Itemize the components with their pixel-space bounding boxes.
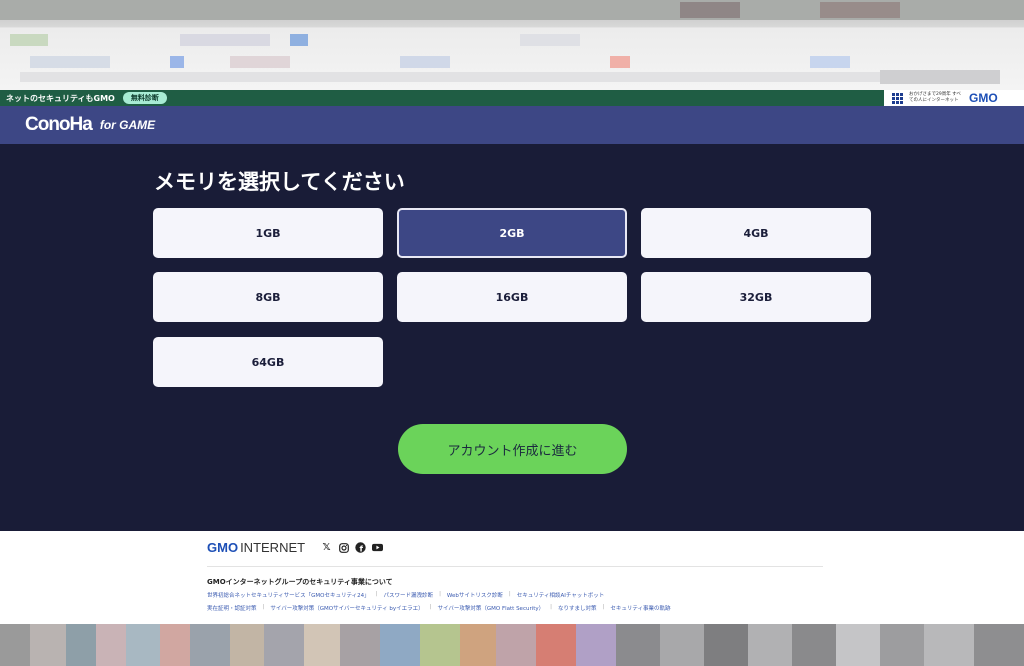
memory-option-16gb[interactable]: 16GB <box>397 272 627 322</box>
memory-option-2gb[interactable]: 2GB <box>397 208 627 258</box>
footer-gmo-logo[interactable]: GMO <box>207 540 238 555</box>
instagram-icon[interactable] <box>338 542 349 553</box>
create-account-button[interactable]: アカウント作成に進む <box>398 424 627 474</box>
youtube-icon[interactable] <box>372 542 384 553</box>
footer-link[interactable]: サイバー攻撃対策（GMO Flatt Security） <box>437 604 544 612</box>
free-check-button[interactable]: 無料診断 <box>122 92 167 104</box>
footer-link[interactable]: 世界初総合ネットセキュリティサービス「GMOセキュリティ24」 <box>207 591 370 599</box>
footer-link[interactable]: サイバー攻撃対策（GMOサイバーセキュリティ byイエラエ） <box>270 604 423 612</box>
gmo-logo: GMO <box>969 91 998 105</box>
site-header: ConoHa for GAME <box>0 106 1024 144</box>
page: ネットのセキュリティもGMO 無料診断 おかげさまで29周年 すべての人にインタ… <box>0 90 1024 624</box>
footer-internet-logo[interactable]: INTERNET <box>240 540 305 555</box>
svg-text:f: f <box>360 544 364 553</box>
dock-blurred <box>0 624 1024 666</box>
footer-link[interactable]: Webサイトリスク診断 <box>447 591 503 599</box>
conoha-logo[interactable]: ConoHa <box>25 114 93 136</box>
footer: GMO INTERNET 𝕏 f GMOインターネットグループのセキュリティ事業… <box>0 531 1024 624</box>
memory-option-1gb[interactable]: 1GB <box>153 208 383 258</box>
logo-subtitle: for GAME <box>99 118 156 132</box>
footer-heading: GMOインターネットグループのセキュリティ事業について <box>207 578 393 586</box>
footer-links-row-2: 実在証明・認証対策 | サイバー攻撃対策（GMOサイバーセキュリティ byイエラエ… <box>207 604 671 612</box>
footer-brand: GMO INTERNET 𝕏 f <box>207 540 384 555</box>
anniversary-text: おかげさまで29周年 すべての人にインターネット <box>909 92 961 103</box>
gmo-group-banner[interactable]: おかげさまで29周年 すべての人にインターネット GMO <box>884 90 1024 106</box>
footer-links-row-1: 世界初総合ネットセキュリティサービス「GMOセキュリティ24」 | パスワード漏洩… <box>207 591 605 599</box>
facebook-icon[interactable]: f <box>355 542 366 553</box>
footer-link[interactable]: なりすまし対策 <box>558 604 597 612</box>
browser-chrome-blurred <box>0 0 1024 90</box>
footer-divider <box>207 566 823 567</box>
memory-option-4gb[interactable]: 4GB <box>641 208 871 258</box>
grid-menu-icon[interactable] <box>892 92 903 104</box>
x-icon[interactable]: 𝕏 <box>321 542 332 553</box>
memory-option-8gb[interactable]: 8GB <box>153 272 383 322</box>
page-title: メモリを選択してください <box>154 170 405 194</box>
memory-option-64gb[interactable]: 64GB <box>153 337 383 387</box>
footer-link[interactable]: セキュリティ相談AIチャットボット <box>517 591 605 599</box>
footer-link[interactable]: セキュリティ事業の軌跡 <box>610 604 670 612</box>
memory-option-32gb[interactable]: 32GB <box>641 272 871 322</box>
promo-text: ネットのセキュリティもGMO <box>6 93 115 103</box>
footer-link[interactable]: 実在証明・認証対策 <box>207 604 257 612</box>
footer-link[interactable]: パスワード漏洩診断 <box>384 591 434 599</box>
promo-bar: ネットのセキュリティもGMO 無料診断 おかげさまで29周年 すべての人にインタ… <box>0 90 1024 106</box>
